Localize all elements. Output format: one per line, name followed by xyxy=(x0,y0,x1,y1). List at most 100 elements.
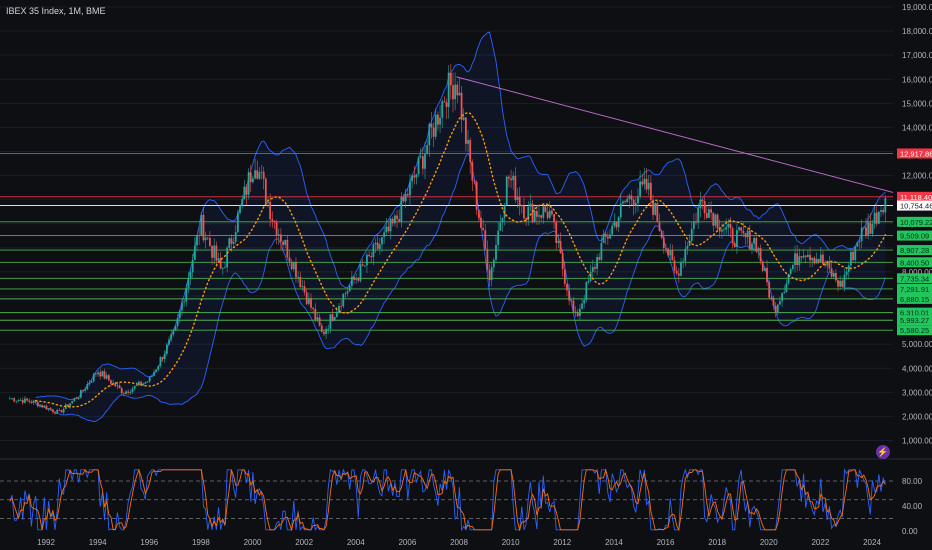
candle-body xyxy=(331,314,334,321)
chart-canvas[interactable]: 1,000.00 2,000.00 3,000.00 4,000.00 5,000.00… xyxy=(0,0,932,550)
candle-body xyxy=(271,219,274,221)
candle-body xyxy=(611,225,614,235)
candle-body xyxy=(776,304,779,314)
candle-body xyxy=(82,389,84,391)
candle-body xyxy=(193,245,196,261)
candle-body xyxy=(800,256,803,258)
candle-body xyxy=(632,199,635,206)
candle-body xyxy=(680,262,682,276)
candle-body xyxy=(477,209,480,218)
candle-body xyxy=(361,264,364,266)
candle-body xyxy=(260,171,263,173)
candle-body xyxy=(204,237,207,241)
candle-body xyxy=(406,194,409,196)
candle-body xyxy=(492,259,495,268)
candle-body xyxy=(852,251,854,261)
candle-body xyxy=(178,310,181,319)
candle-body xyxy=(779,301,781,305)
candle-body xyxy=(858,241,861,243)
candle-body xyxy=(232,241,235,244)
candle-body xyxy=(843,274,846,287)
candle-body xyxy=(376,242,379,249)
candle-body xyxy=(88,382,91,385)
candle-body xyxy=(107,375,110,381)
candle-body xyxy=(245,186,248,195)
candle-body xyxy=(215,245,218,261)
candle-body xyxy=(761,261,764,271)
candle-body xyxy=(523,205,525,219)
x-tick-label: 2014 xyxy=(605,538,623,547)
candle-body xyxy=(822,254,824,264)
candle-body xyxy=(570,300,573,302)
candle-body xyxy=(480,217,482,228)
candle-body xyxy=(316,317,319,320)
candle-body xyxy=(544,206,547,212)
candle-body xyxy=(183,301,185,303)
candle-body xyxy=(133,385,136,389)
candle-body xyxy=(357,278,360,281)
candle-body xyxy=(172,330,175,335)
candle-body xyxy=(75,398,78,400)
candle-body xyxy=(458,92,461,96)
candle-body xyxy=(763,267,766,271)
candle-body xyxy=(862,227,865,229)
candle-body xyxy=(90,381,93,383)
candle-body xyxy=(748,230,751,250)
candle-body xyxy=(292,262,295,270)
candle-body xyxy=(774,305,777,314)
level-badge-label: 5,580.25 xyxy=(900,326,929,335)
candle-body xyxy=(385,226,388,233)
candle-body xyxy=(305,292,308,304)
candle-body xyxy=(256,170,259,179)
candle-body xyxy=(437,114,439,125)
candle-body xyxy=(510,178,512,181)
candle-body xyxy=(533,210,536,223)
candle-body xyxy=(95,373,97,375)
candle-body xyxy=(226,247,229,268)
candle-body xyxy=(348,285,351,292)
candle-body xyxy=(828,261,831,269)
candle-body xyxy=(381,237,383,245)
candle-body xyxy=(697,207,700,223)
candle-body xyxy=(346,291,349,294)
candle-body xyxy=(409,181,411,196)
lightning-icon[interactable]: ⚡ xyxy=(876,445,890,459)
candle-body xyxy=(772,297,775,306)
candle-body xyxy=(720,229,723,232)
candle-body xyxy=(725,227,728,230)
candle-body xyxy=(393,215,396,224)
candle-body xyxy=(159,357,162,366)
candle-body xyxy=(421,156,424,169)
candle-body xyxy=(165,344,168,354)
candle-body xyxy=(875,212,878,224)
candle-body xyxy=(630,195,633,200)
candle-body xyxy=(247,172,250,195)
candle-body xyxy=(656,203,659,223)
candle-body xyxy=(206,237,209,239)
candle-body xyxy=(729,224,732,229)
candle-body xyxy=(615,221,618,228)
candle-body xyxy=(387,226,390,232)
candle-body xyxy=(252,178,254,183)
candle-body xyxy=(318,317,321,326)
candle-body xyxy=(811,257,814,261)
candle-body xyxy=(514,175,517,200)
candle-body xyxy=(665,248,667,249)
x-tick-label: 1996 xyxy=(140,538,158,547)
candle-body xyxy=(221,268,224,269)
candle-body xyxy=(430,123,433,128)
x-tick-label: 2020 xyxy=(760,538,778,547)
candle-body xyxy=(512,175,515,181)
candle-body xyxy=(254,170,256,179)
candle-body xyxy=(200,214,203,236)
candle-body xyxy=(267,201,269,204)
candle-body xyxy=(329,314,332,329)
candle-body xyxy=(131,388,134,393)
candle-body xyxy=(282,241,284,245)
candle-body xyxy=(755,237,758,252)
candle-body xyxy=(817,258,820,263)
candle-body xyxy=(277,234,280,236)
candle-body xyxy=(359,264,362,281)
candle-body xyxy=(150,375,153,377)
candle-body xyxy=(426,145,429,155)
